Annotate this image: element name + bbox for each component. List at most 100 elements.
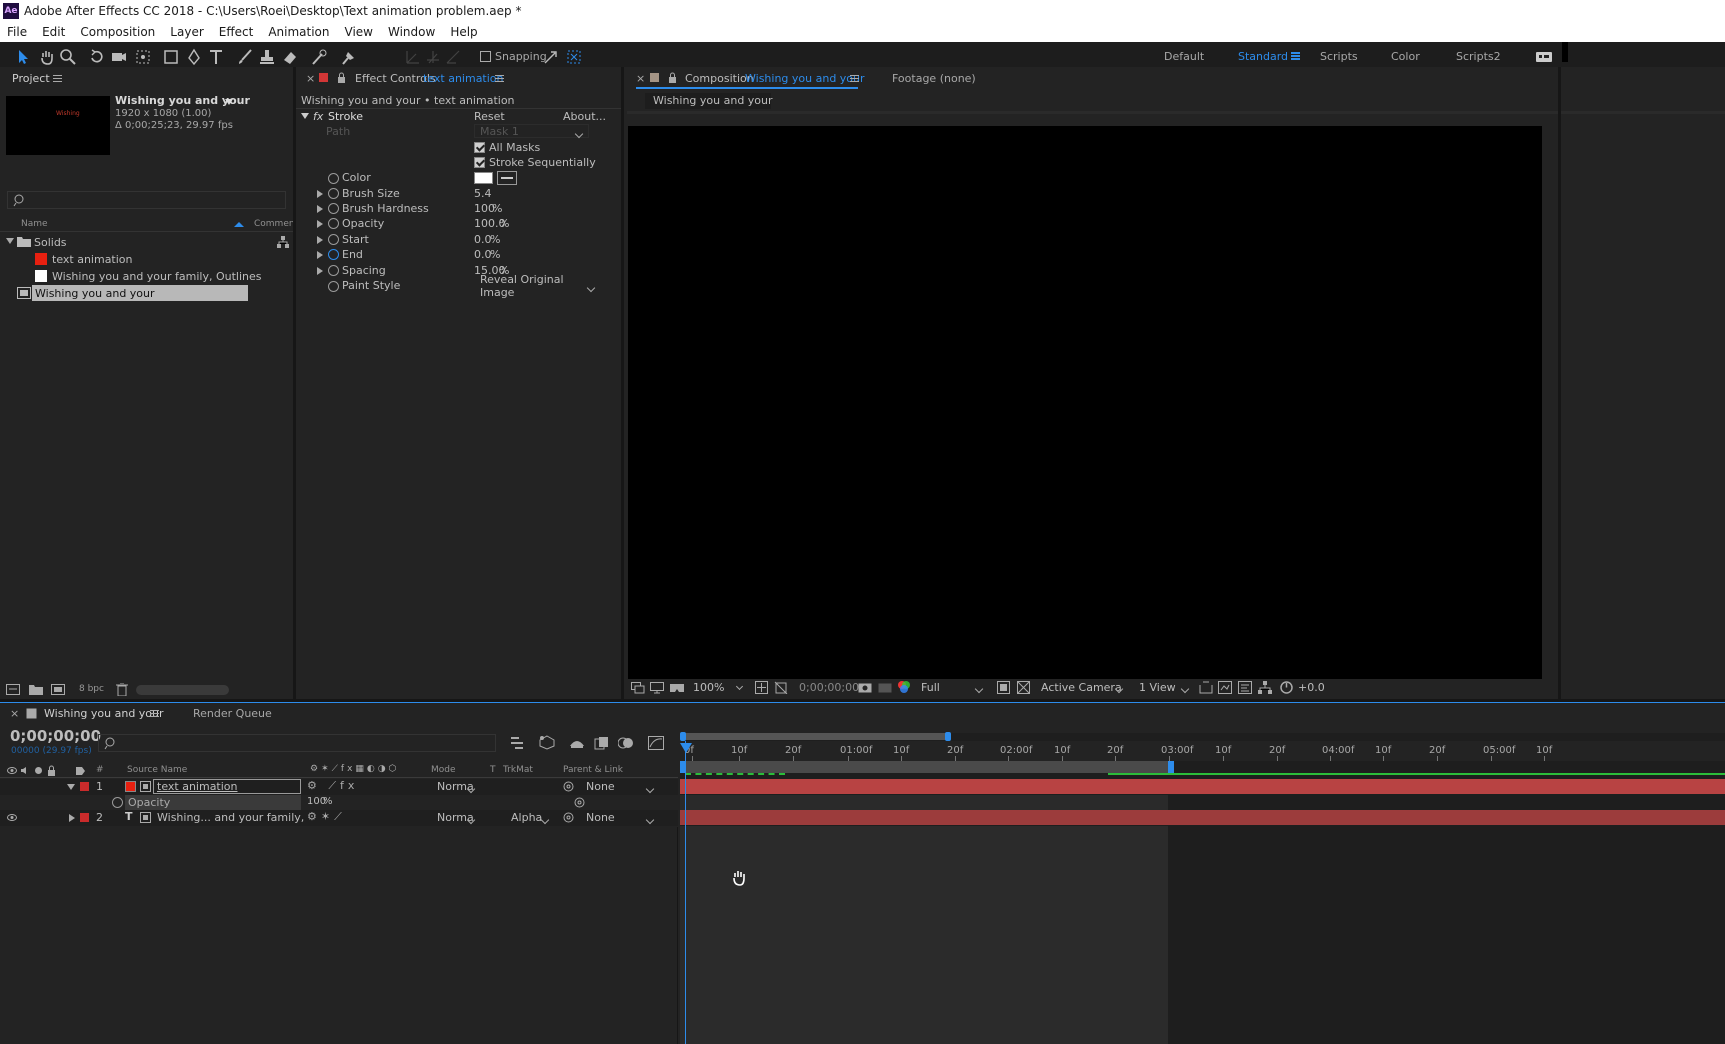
stopwatch-icon[interactable] <box>328 281 339 292</box>
playhead-handle[interactable] <box>680 743 692 753</box>
eye-icon[interactable] <box>7 766 17 775</box>
folder-expand-icon[interactable] <box>6 238 14 244</box>
expand-icon[interactable] <box>317 205 323 213</box>
menu-effect[interactable]: Effect <box>219 25 254 39</box>
work-area-end[interactable] <box>1168 761 1174 773</box>
mode-dropdown[interactable]: Norma <box>431 779 481 794</box>
navigator-end-handle[interactable] <box>945 732 951 741</box>
brush-size-value[interactable]: 5.4 <box>474 187 492 200</box>
timeline-icon[interactable] <box>1238 681 1252 694</box>
always-preview-icon[interactable] <box>631 682 645 694</box>
menu-edit[interactable]: Edit <box>42 25 65 39</box>
snapping-checkbox[interactable] <box>480 51 491 62</box>
comp-subtab[interactable]: Wishing you and your <box>645 93 773 109</box>
footage-tab[interactable]: Footage (none) <box>892 72 976 85</box>
layer-bar-2[interactable] <box>680 810 1725 825</box>
keyboard-shortcut-icon[interactable] <box>1535 49 1553 67</box>
time-navigator[interactable] <box>683 733 950 740</box>
layer-expand-icon[interactable] <box>69 814 75 822</box>
menu-window[interactable]: Window <box>388 25 435 39</box>
snapshot-icon[interactable] <box>858 681 872 693</box>
render-queue-tab[interactable]: Render Queue <box>193 707 272 720</box>
fast-preview-icon[interactable] <box>1218 681 1232 694</box>
expand-icon[interactable] <box>317 267 323 275</box>
stopwatch-active-icon[interactable] <box>328 249 339 260</box>
stopwatch-icon[interactable] <box>328 234 339 245</box>
exposure-value[interactable]: +0.0 <box>1298 681 1325 694</box>
roto-brush-tool-icon[interactable] <box>310 48 328 66</box>
flowchart-icon[interactable] <box>1258 681 1272 694</box>
work-area-bar[interactable] <box>680 761 1172 773</box>
zoom-dropdown-icon[interactable] <box>735 682 744 691</box>
close-icon[interactable]: × <box>306 72 315 85</box>
pen-tool-icon[interactable] <box>185 48 203 66</box>
new-folder-icon[interactable] <box>29 684 43 695</box>
hand-tool-icon[interactable] <box>38 48 56 66</box>
expand-icon[interactable] <box>317 251 323 259</box>
fx-icon[interactable]: fx <box>313 110 323 123</box>
layer-row-1[interactable]: 1 text animation ⚙ ⟋fx Norma None <box>0 779 678 795</box>
col-name[interactable]: Name <box>21 219 48 229</box>
pick-whip-icon[interactable] <box>574 797 585 808</box>
snap-options-icon[interactable] <box>542 48 560 66</box>
sort-asc-icon[interactable] <box>234 222 244 227</box>
menu-file[interactable]: File <box>7 25 27 39</box>
project-item-text-animation[interactable]: text animation <box>0 251 293 267</box>
zoom-tool-icon[interactable] <box>59 48 77 66</box>
composition-viewer[interactable] <box>628 126 1542 679</box>
show-snapshot-icon[interactable] <box>878 681 892 693</box>
col-trkmat[interactable]: TrkMat <box>503 765 533 775</box>
mask-visibility-icon[interactable] <box>774 681 788 694</box>
project-item-outlines[interactable]: Wishing you and your family, Outlines <box>0 268 293 284</box>
start-value[interactable]: 0.0 <box>474 233 492 246</box>
bpc-label[interactable]: 8 bpc <box>79 684 104 694</box>
layer-switches[interactable]: ⚙✶⟋ <box>307 810 346 824</box>
camera-tool-icon[interactable] <box>110 48 128 66</box>
stopwatch-icon[interactable] <box>328 188 339 199</box>
project-item-solids[interactable]: Solids <box>0 234 293 250</box>
effect-controls-layer[interactable]: text animation <box>423 72 504 85</box>
expand-icon[interactable] <box>317 220 323 228</box>
lock-icon[interactable] <box>337 72 346 83</box>
end-value[interactable]: 0.0 <box>474 248 492 261</box>
layer-switches[interactable]: ⚙ ⟋fx <box>307 779 358 793</box>
pick-whip-icon[interactable] <box>563 812 574 823</box>
comp-mini-flowchart-icon[interactable] <box>509 736 525 750</box>
close-icon[interactable]: × <box>636 72 645 85</box>
project-search-input[interactable] <box>7 191 286 209</box>
col-comment[interactable]: Comment <box>254 219 298 229</box>
vr-icon[interactable] <box>669 682 685 694</box>
expand-icon[interactable] <box>317 190 323 198</box>
stopwatch-icon[interactable] <box>328 173 339 184</box>
snap-feature-icon[interactable] <box>565 48 583 66</box>
all-masks-checkbox[interactable] <box>474 142 485 153</box>
timeline-tracks[interactable]: 0f 10f 20f 01:00f 10f 20f 02:00f 10f 20f 03:00f 10… <box>680 732 1725 1044</box>
composition-tab[interactable]: Composition <box>685 72 754 85</box>
col-parent[interactable]: Parent & Link <box>563 765 623 775</box>
menu-animation[interactable]: Animation <box>268 25 329 39</box>
flowchart-icon[interactable] <box>277 236 289 248</box>
playhead[interactable] <box>685 741 686 1044</box>
transparency-grid-icon[interactable] <box>1017 681 1030 694</box>
expand-icon[interactable] <box>317 236 323 244</box>
motion-blur-icon[interactable] <box>618 736 634 750</box>
channel-icon[interactable] <box>897 680 911 694</box>
type-tool-icon[interactable] <box>207 48 225 66</box>
camera-dropdown[interactable]: Active Camera <box>1035 679 1129 695</box>
trkmat-dropdown[interactable]: Alpha <box>505 810 555 825</box>
timeline-tab[interactable]: Wishing you and your <box>44 707 164 720</box>
parent-dropdown[interactable]: None <box>580 779 660 794</box>
col-t[interactable]: T <box>490 765 496 775</box>
eye-icon[interactable] <box>7 813 17 822</box>
time-ruler[interactable]: 0f 10f 20f 01:00f 10f 20f 02:00f 10f 20f 03:00f 10… <box>680 741 1725 761</box>
stopwatch-icon[interactable] <box>328 203 339 214</box>
layer-label-color[interactable] <box>80 813 89 822</box>
shy-layers-icon[interactable] <box>569 736 585 750</box>
menu-composition[interactable]: Composition <box>80 25 155 39</box>
rectangle-tool-icon[interactable] <box>162 48 180 66</box>
panel-menu-icon[interactable] <box>850 75 859 82</box>
layer-name[interactable]: Wishing... and your family, <box>157 811 304 824</box>
col-source-name[interactable]: Source Name <box>127 765 187 775</box>
stopwatch-icon[interactable] <box>328 218 339 229</box>
workspace-scripts[interactable]: Scripts <box>1320 50 1358 63</box>
